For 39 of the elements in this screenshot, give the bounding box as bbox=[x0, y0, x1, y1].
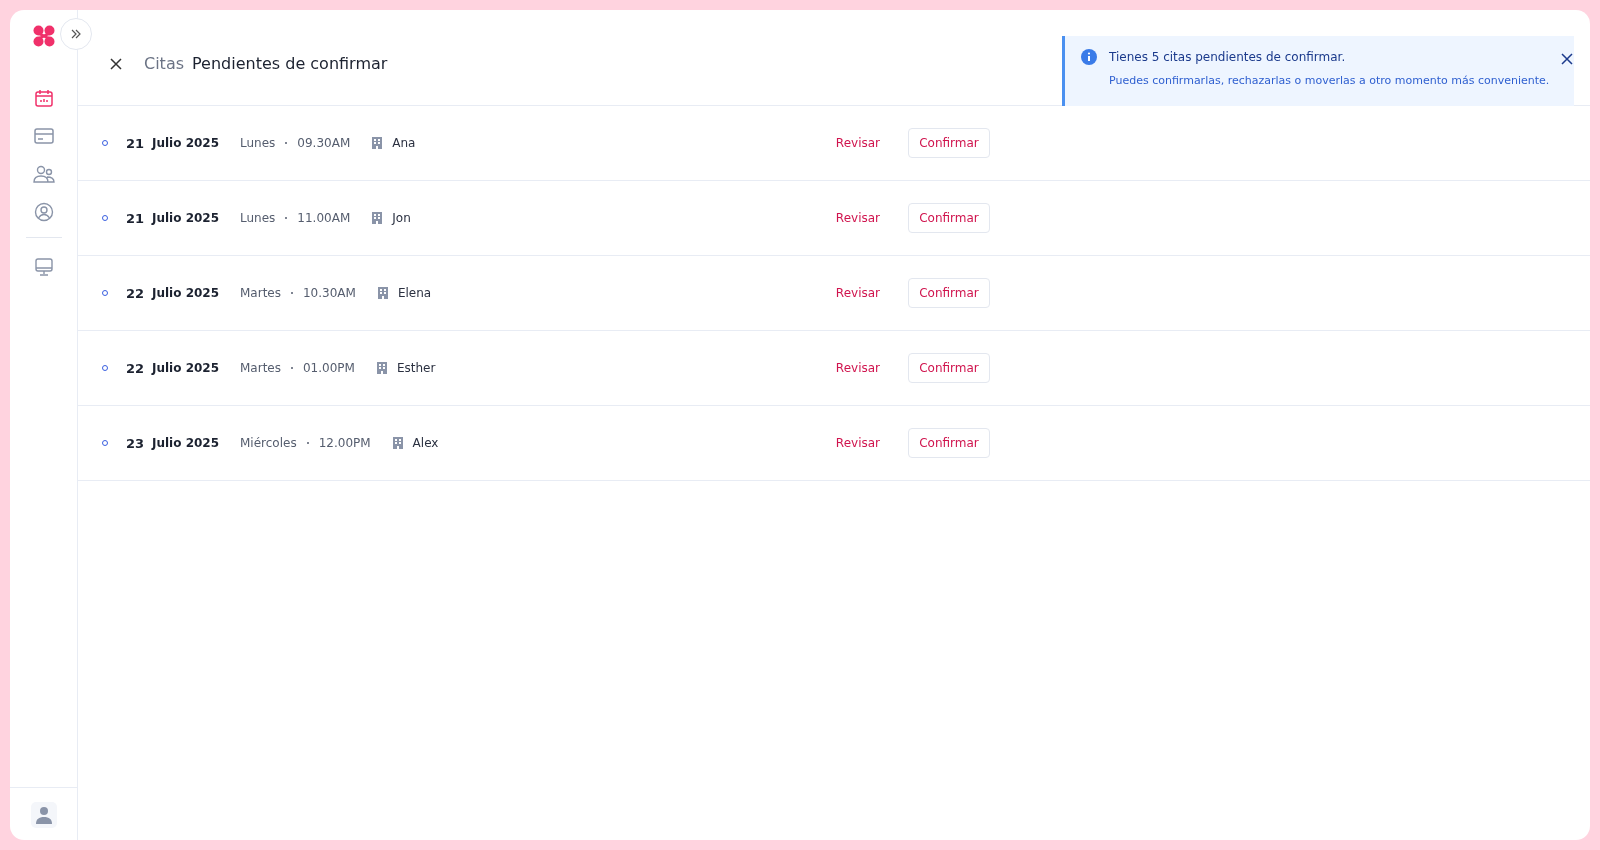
month-year: Julio 2025 bbox=[152, 136, 221, 150]
month-year: Julio 2025 bbox=[152, 436, 221, 450]
client-name: Esther bbox=[396, 361, 437, 375]
confirm-button[interactable]: Confirmar bbox=[908, 428, 990, 458]
weekday: Martes bbox=[240, 361, 281, 375]
breadcrumb-link[interactable]: Citas bbox=[144, 54, 185, 73]
page-title: Pendientes de confirmar bbox=[192, 54, 388, 73]
appointment-time: 11.00AM bbox=[297, 211, 351, 225]
review-link[interactable]: Revisar bbox=[835, 361, 880, 375]
confirm-button[interactable]: Confirmar bbox=[908, 203, 990, 233]
banner-message: Puedes confirmarlas, rechazarlas o moverlas a otro momento más conveniente. bbox=[1109, 74, 1550, 87]
banner-title: Tienes 5 citas pendientes de confirmar. bbox=[1109, 50, 1347, 64]
month-year: Julio 2025 bbox=[152, 211, 221, 225]
review-link[interactable]: Revisar bbox=[835, 136, 880, 150]
confirm-button[interactable]: Confirmar bbox=[908, 353, 990, 383]
appointment-time: 09.30AM bbox=[297, 136, 351, 150]
client-name: Ana bbox=[392, 136, 417, 150]
appointment-time: 12.00PM bbox=[318, 436, 371, 450]
appointment-time: 10.30AM bbox=[303, 286, 356, 300]
client-name: Jon bbox=[392, 211, 412, 225]
review-link[interactable]: Revisar bbox=[835, 211, 880, 225]
weekday: Miércoles bbox=[240, 436, 297, 450]
day-number: 22 bbox=[126, 285, 146, 301]
weekday: Martes bbox=[240, 286, 281, 300]
day-number: 23 bbox=[126, 435, 146, 451]
review-link[interactable]: Revisar bbox=[835, 436, 880, 450]
day-number: 21 bbox=[126, 135, 146, 151]
confirm-button[interactable]: Confirmar bbox=[908, 128, 990, 158]
client-name: Alex bbox=[412, 436, 440, 450]
day-number: 21 bbox=[126, 210, 146, 226]
appointment-time: 01.00PM bbox=[303, 361, 355, 375]
confirm-button[interactable]: Confirmar bbox=[908, 278, 990, 308]
review-link[interactable]: Revisar bbox=[835, 286, 880, 300]
weekday: Lunes bbox=[240, 211, 276, 225]
day-number: 22 bbox=[126, 360, 146, 376]
weekday: Lunes bbox=[240, 136, 276, 150]
month-year: Julio 2025 bbox=[152, 286, 221, 300]
month-year: Julio 2025 bbox=[152, 361, 221, 375]
client-name: Elena bbox=[397, 286, 433, 300]
